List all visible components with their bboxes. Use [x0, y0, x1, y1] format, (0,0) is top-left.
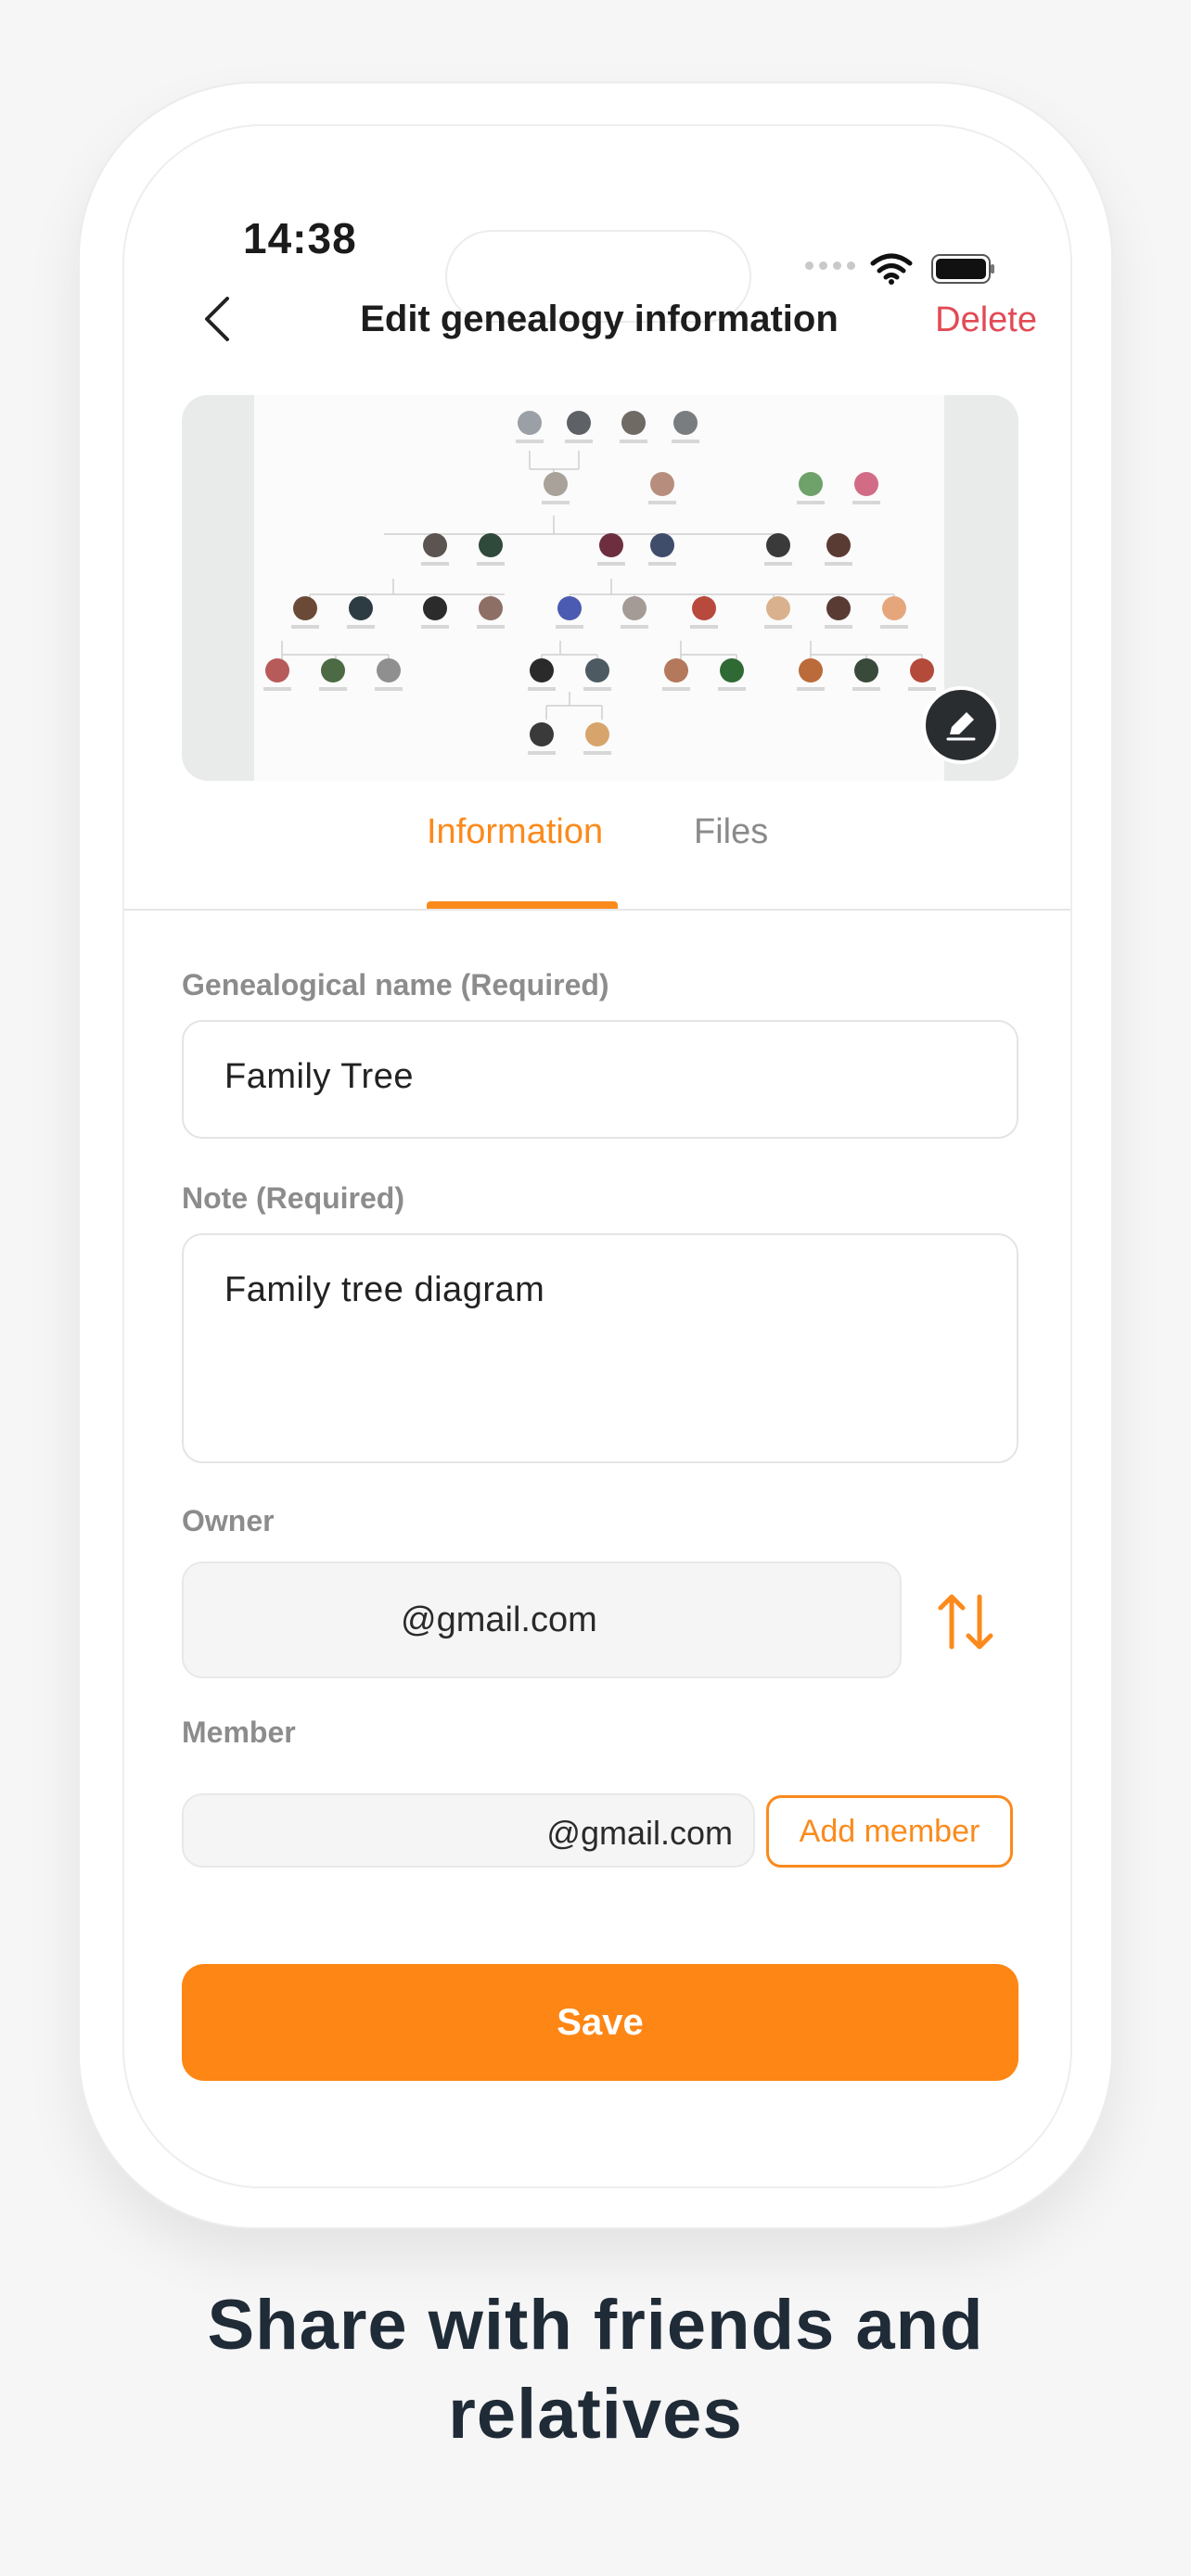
swap-arrows-icon[interactable] [931, 1588, 1000, 1656]
tree-diagram-thumbnail [254, 395, 944, 781]
active-tab-indicator [427, 901, 618, 909]
note-label: Note (Required) [182, 1181, 404, 1215]
screen: 14:38 Edit genealogy information Delete [122, 124, 1072, 2188]
name-label: Genealogical name (Required) [182, 968, 609, 1001]
save-button[interactable]: Save [182, 1964, 1018, 2081]
pencil-icon [946, 712, 976, 741]
page-title: Edit genealogy information [360, 299, 839, 339]
genealogical-name-value: Family Tree [224, 1057, 414, 1096]
genealogical-name-input[interactable]: Family Tree [182, 1020, 1018, 1139]
marketing-caption: Share with friends and relatives [0, 2281, 1191, 2459]
edit-preview-button[interactable] [922, 686, 1000, 764]
tab-bar: Information Files [124, 812, 1070, 911]
caption-line-1: Share with friends and [207, 2286, 984, 2365]
family-tree-preview[interactable] [182, 395, 1018, 781]
member-value: @gmail.com [546, 1814, 733, 1852]
delete-button[interactable]: Delete [935, 300, 1037, 340]
signal-icon [805, 261, 855, 270]
tab-information[interactable]: Information [427, 812, 603, 852]
note-input[interactable]: Family tree diagram [182, 1233, 1018, 1463]
battery-icon [931, 254, 994, 284]
owner-label: Owner [182, 1504, 275, 1537]
caption-line-2: relatives [448, 2375, 743, 2454]
note-value: Family tree diagram [224, 1270, 545, 1309]
tree-diagram-image [263, 411, 936, 755]
tab-files[interactable]: Files [694, 812, 768, 852]
status-time: 14:38 [243, 214, 357, 262]
phone-frame: 14:38 Edit genealogy information Delete [78, 82, 1113, 2229]
owner-value: @gmail.com [401, 1600, 597, 1639]
owner-field: @gmail.com [182, 1562, 902, 1678]
wifi-icon [870, 253, 913, 285]
add-member-button[interactable]: Add member [766, 1795, 1013, 1868]
member-label: Member [182, 1715, 296, 1749]
member-field: @gmail.com [182, 1793, 755, 1868]
